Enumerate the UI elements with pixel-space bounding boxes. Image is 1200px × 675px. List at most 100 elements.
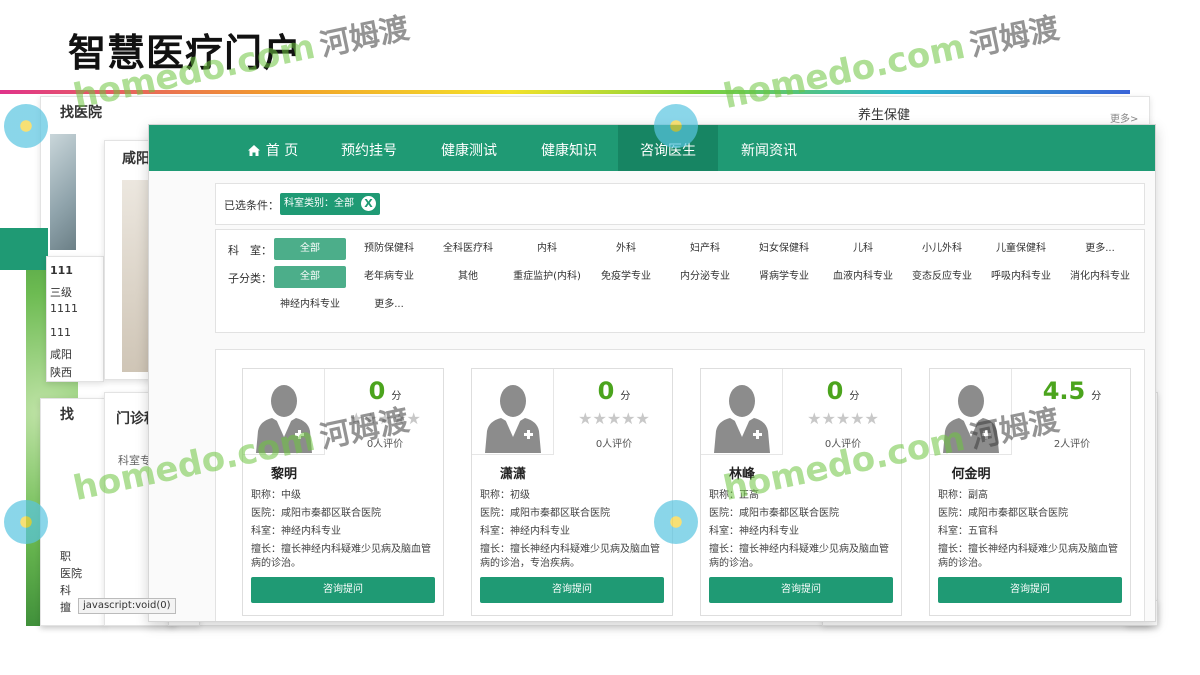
watermark-flower-icon	[654, 104, 698, 148]
doctor-hospital: 医院：咸阳市秦都区联合医院	[251, 508, 381, 519]
dept-option[interactable]: 全部	[274, 238, 346, 260]
doctor-card: 0 分 ★★★★★ 0人评价 黎明 职称：中级 医院：咸阳市秦都区联合医院 科室：神经内科专业…	[242, 368, 444, 616]
dept-option[interactable]: 儿童保健科	[985, 238, 1057, 260]
doctor-title: 职称：初级	[480, 490, 530, 501]
dept-option[interactable]: 妇女保健科	[748, 238, 820, 260]
bg-health-title: 养生保健	[858, 108, 911, 123]
doctor-name: 潇潇	[499, 467, 526, 482]
nav-health-knowledge[interactable]: 健康知识	[529, 125, 609, 171]
subcategory-option[interactable]: 更多...	[353, 294, 425, 316]
doctor-specialty: 擅长：擅长神经内科疑难少见病及脑血管病的诊治，专治疾病。	[480, 544, 660, 569]
subcategory-option[interactable]: 肾病学专业	[748, 266, 820, 288]
subcategory-option[interactable]: 神经内科专业	[274, 294, 346, 316]
subcategory-option[interactable]: 免疫学专业	[590, 266, 662, 288]
doctor-hospital: 医院：咸阳市秦都区联合医院	[938, 508, 1068, 519]
top-navigation: 首 页 预约挂号 健康测试 健康知识 咨询医生 新闻资讯	[149, 125, 1155, 171]
doctor-dept: 科室：神经内科专业	[251, 526, 341, 537]
score-unit: 分	[1091, 391, 1102, 402]
doctor-list: 0 分 ★★★★★ 0人评价 黎明 职称：中级 医院：咸阳市秦都区联合医院 科室：神经内科专业…	[215, 349, 1145, 621]
score-value: 0	[597, 377, 615, 405]
subcategory-label: 子分类：	[228, 272, 272, 285]
rating-stars: ★★★★★	[578, 409, 650, 428]
bg-xianyang-title: 咸阳	[122, 151, 150, 167]
home-icon	[247, 145, 260, 156]
avatar	[701, 369, 783, 455]
filter-chip[interactable]: 科室类别：全部 X	[280, 193, 380, 215]
doctor-avatar-icon	[485, 385, 541, 453]
subcategory-option[interactable]: 变态反应专业	[906, 266, 978, 288]
rating-stars: ★★★★★	[807, 409, 879, 428]
bg-side-fragment-2: 医院	[60, 567, 82, 580]
doctor-specialty: 擅长：擅长神经内科疑难少见病及脑血管病的诊治。	[938, 544, 1118, 569]
consult-button[interactable]: 咨询提问	[480, 577, 664, 603]
doctor-score: 0分	[793, 377, 893, 405]
close-icon[interactable]: X	[361, 196, 376, 211]
watermark-flower-icon	[4, 104, 48, 148]
doctor-title: 职称：副高	[938, 490, 988, 501]
nav-appointment[interactable]: 预约挂号	[329, 125, 409, 171]
filter-label: 已选条件：	[224, 199, 279, 212]
bg-left-value-3: 1111	[50, 302, 78, 315]
avatar	[472, 369, 554, 455]
bg-side-fragment-4: 擅	[60, 601, 71, 614]
dept-option[interactable]: 妇产科	[669, 238, 741, 260]
bg-side-fragment-1: 职	[60, 550, 71, 563]
watermark-cn: 河姆渡	[966, 10, 1063, 64]
watermark-cn: 河姆渡	[316, 10, 413, 64]
doctor-score: 0分	[564, 377, 664, 405]
doctor-name: 何金明	[951, 467, 991, 482]
doctor-consult-window: 首 页 预约挂号 健康测试 健康知识 咨询医生 新闻资讯 已选条件： 科室类别：…	[148, 124, 1156, 622]
consult-button[interactable]: 咨询提问	[251, 577, 435, 603]
dept-option[interactable]: 全科医疗科	[432, 238, 504, 260]
doctor-avatar-icon	[714, 385, 770, 453]
score-unit: 分	[849, 391, 860, 402]
bg-left-value-2: 三级	[50, 286, 72, 299]
doctor-specialty: 擅长：擅长神经内科疑难少见病及脑血管病的诊治。	[709, 544, 889, 569]
score-unit: 分	[620, 391, 631, 402]
filter-chip-label: 科室类别：全部	[284, 198, 354, 209]
nav-home[interactable]: 首 页	[237, 125, 309, 171]
nav-news[interactable]: 新闻资讯	[729, 125, 809, 171]
subcategory-option[interactable]: 血液内科专业	[827, 266, 899, 288]
score-value: 0	[826, 377, 844, 405]
bg-find2-title: 找	[60, 407, 74, 423]
watermark-flower-icon	[654, 500, 698, 544]
doctor-dept: 科室：五官科	[938, 526, 998, 537]
subcategory-option[interactable]: 内分泌专业	[669, 266, 741, 288]
doctor-title: 职称：中级	[251, 490, 301, 501]
nav-health-test[interactable]: 健康测试	[429, 125, 509, 171]
bg-building-photo	[50, 134, 76, 250]
subcategory-option[interactable]: 其他	[432, 266, 504, 288]
bg-left-value-6: 陕西	[50, 366, 72, 379]
dept-option[interactable]: 更多...	[1064, 238, 1136, 260]
dept-option[interactable]: 儿科	[827, 238, 899, 260]
category-panel: 科 室： 子分类： 全部 预防保健科 全科医疗科 内科 外科 妇产科 妇女保健科 儿科 小儿外科…	[215, 229, 1145, 333]
doctor-specialty: 擅长：擅长神经内科疑难少见病及脑血管病的诊治。	[251, 544, 431, 569]
subcategory-option[interactable]: 重症监护(内科)	[511, 266, 583, 288]
bg-left-value-4: 111	[50, 326, 71, 339]
bg-more-link[interactable]: 更多>	[1110, 110, 1138, 125]
bg-panel-find2	[40, 398, 106, 626]
dept-option[interactable]: 外科	[590, 238, 662, 260]
subcategory-option[interactable]: 呼吸内科专业	[985, 266, 1057, 288]
doctor-hospital: 医院：咸阳市秦都区联合医院	[480, 508, 610, 519]
subcategory-option[interactable]: 全部	[274, 266, 346, 288]
consult-button[interactable]: 咨询提问	[938, 577, 1122, 603]
subcategory-option[interactable]: 老年病专业	[353, 266, 425, 288]
bg-left-value-1: 111	[50, 264, 73, 277]
dept-option[interactable]: 预防保健科	[353, 238, 425, 260]
status-bar-url: javascript:void(0)	[78, 598, 176, 614]
subcategory-option[interactable]: 消化内科专业	[1064, 266, 1136, 288]
bg-green-block	[0, 228, 48, 270]
dept-option[interactable]: 内科	[511, 238, 583, 260]
dept-label: 科 室：	[228, 244, 272, 257]
dept-option[interactable]: 小儿外科	[906, 238, 978, 260]
watermark-flower-icon	[4, 500, 48, 544]
doctor-dept: 科室：神经内科专业	[480, 526, 570, 537]
consult-button[interactable]: 咨询提问	[709, 577, 893, 603]
doctor-hospital: 医院：咸阳市秦都区联合医院	[709, 508, 839, 519]
doctor-card: 0 分 ★★★★★ 0人评价潇潇职称：初级医院：咸阳市秦都区联合医院 科室：神经内科专业…	[471, 368, 673, 616]
bg-left-value-5: 咸阳	[50, 348, 72, 361]
bg-side-fragment-3: 科	[60, 584, 71, 597]
rating-count: 0人评价	[595, 439, 633, 450]
